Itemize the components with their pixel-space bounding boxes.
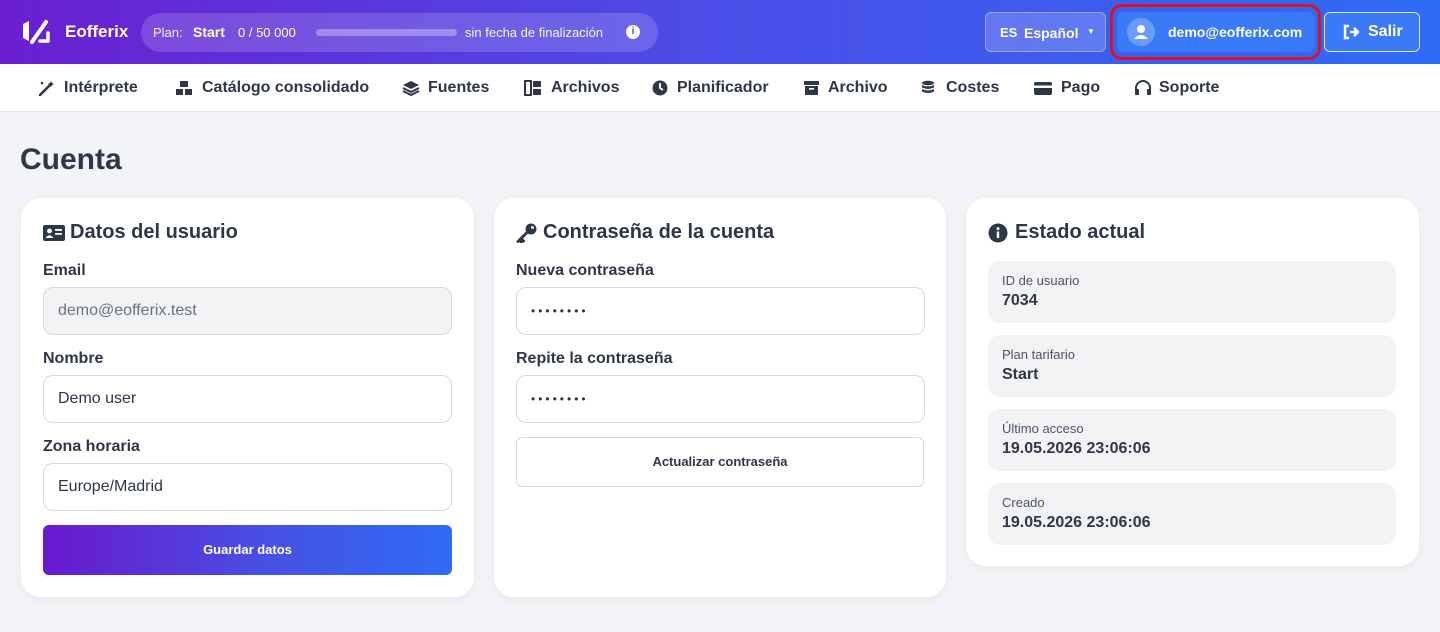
nav-label: Fuentes (428, 79, 490, 96)
logout-button[interactable]: Salir (1324, 12, 1420, 52)
nav-label: Planificador (677, 79, 769, 96)
new-password-field[interactable]: •••••••• (516, 287, 925, 335)
highlight-outline (1110, 4, 1321, 60)
user-data-card: Datos del usuario Email demo@eofferix.te… (21, 198, 474, 597)
status-item-label: ID de usuario (1002, 273, 1080, 288)
wand-icon (38, 81, 54, 96)
logout-label: Salir (1368, 23, 1403, 40)
plan-usage-pill: Plan: Start 0 / 50 000 sin fecha de fina… (141, 13, 658, 52)
status-item-user-id: ID de usuario 7034 (988, 261, 1396, 323)
nav-label: Archivos (551, 79, 620, 96)
plan-end-text: sin fecha de finalización (465, 25, 604, 40)
status-item-last-access: Último acceso 19.05.2026 23:06:06 (988, 409, 1396, 471)
nav-label: Pago (1061, 79, 1101, 96)
credit-card-icon (1034, 82, 1052, 95)
status-item-value: 19.05.2026 23:06:06 (1002, 514, 1151, 531)
status-card: Estado actual ID de usuario 7034 Plan ta… (966, 198, 1419, 566)
status-item-label: Último acceso (1002, 421, 1084, 436)
caret-down-icon: ▼ (1087, 27, 1095, 36)
top-bar: Eofferix Plan: Start 0 / 50 000 sin fech… (0, 0, 1440, 64)
brand-name[interactable]: Eofferix (65, 22, 128, 42)
update-password-button[interactable]: Actualizar contraseña (516, 437, 924, 487)
catalog-icon (176, 81, 192, 95)
status-item-label: Plan tarifario (1002, 347, 1075, 362)
sign-out-icon (1343, 24, 1360, 40)
nav-label: Costes (946, 79, 1000, 96)
password-card: Contraseña de la cuenta Nueva contraseña… (494, 198, 946, 597)
clock-icon (652, 80, 668, 96)
coins-icon (922, 80, 934, 93)
plan-usage-bar (316, 29, 457, 36)
archive-icon (804, 81, 819, 95)
status-item-created: Creado 19.05.2026 23:06:06 (988, 483, 1396, 545)
status-item-plan: Plan tarifario Start (988, 335, 1396, 397)
repeat-password-field[interactable]: •••••••• (516, 375, 925, 423)
timezone-label: Zona horaria (43, 438, 140, 455)
logo-icon[interactable] (20, 18, 52, 46)
name-field[interactable]: Demo user (43, 375, 452, 423)
save-data-button[interactable]: Guardar datos (43, 525, 452, 575)
nav-label: Catálogo consolidado (202, 79, 370, 96)
email-label: Email (43, 262, 86, 279)
id-card-icon (43, 225, 65, 241)
status-item-label: Creado (1002, 495, 1045, 510)
card-title-text: Contraseña de la cuenta (543, 221, 775, 243)
nav-label: Intérprete (64, 79, 138, 96)
timezone-field[interactable]: Europe/Madrid (43, 463, 452, 511)
name-label: Nombre (43, 350, 104, 367)
info-circle-icon (988, 223, 1008, 243)
plan-label: Plan: (153, 25, 183, 40)
language-name: Español (1024, 25, 1079, 41)
nav-label: Archivo (828, 79, 888, 96)
plan-name: Start (193, 24, 225, 40)
status-item-value: Start (1002, 366, 1039, 383)
files-icon (524, 80, 541, 96)
repeat-password-label: Repite la contraseña (516, 350, 673, 367)
card-title-text: Datos del usuario (70, 221, 238, 243)
status-item-value: 7034 (1002, 292, 1038, 309)
language-code: ES (1000, 25, 1018, 40)
status-item-value: 19.05.2026 23:06:06 (1002, 440, 1151, 457)
layers-icon (402, 81, 420, 96)
page-title: Cuenta (20, 143, 122, 176)
language-selector[interactable]: ES Español ▼ (985, 12, 1106, 52)
key-icon (516, 223, 537, 243)
new-password-label: Nueva contraseña (516, 262, 654, 279)
card-title-text: Estado actual (1015, 221, 1146, 243)
info-icon[interactable]: i (626, 25, 640, 39)
nav-label: Soporte (1159, 79, 1220, 96)
plan-usage-count: 0 / 50 000 (238, 25, 296, 40)
main-nav: Intérprete Catálogo consolidado Fuentes … (0, 64, 1440, 112)
headset-icon (1135, 80, 1151, 95)
email-field[interactable]: demo@eofferix.test (43, 287, 452, 335)
